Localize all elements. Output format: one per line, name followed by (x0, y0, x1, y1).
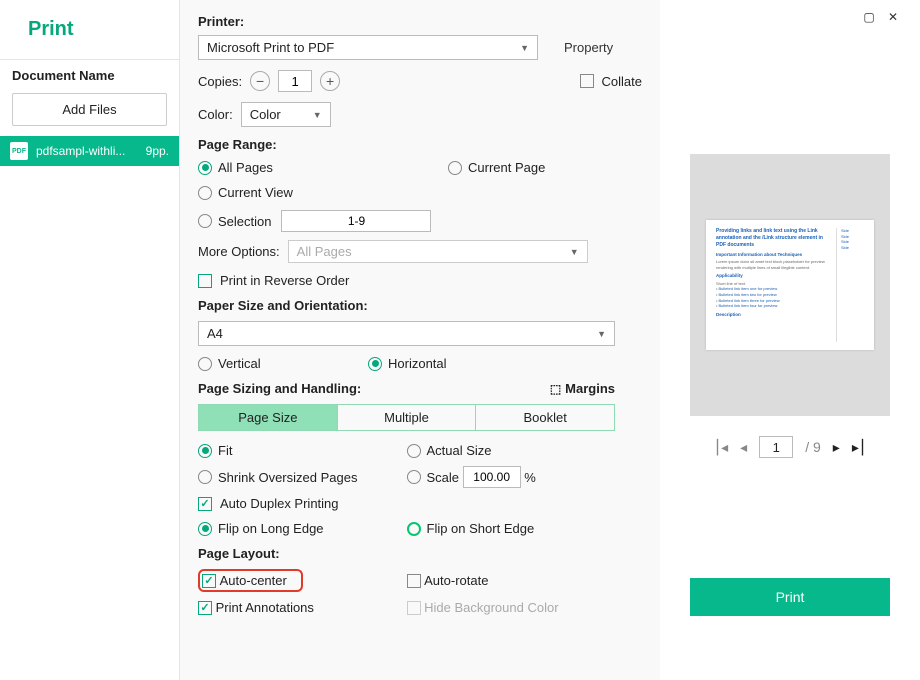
radio-icon (198, 161, 212, 175)
selection-option[interactable]: Selection (198, 210, 431, 232)
chevron-down-icon: ▼ (520, 43, 529, 53)
auto-rotate-option[interactable]: Auto-rotate (407, 569, 616, 592)
radio-icon (448, 161, 462, 175)
hide-bg-option: Hide Background Color (407, 600, 616, 615)
preview-panel: ▢ ✕ Providing links and link text using … (660, 0, 920, 680)
all-pages-option[interactable]: All Pages (198, 160, 338, 175)
vertical-option[interactable]: Vertical (198, 356, 338, 371)
close-icon[interactable]: ✕ (886, 10, 900, 24)
prev-page-button[interactable]: ◂ (740, 439, 747, 456)
preview-nav: ⎮◂ ◂ / 9 ▸ ▸⎮ (714, 436, 866, 458)
page-number-input[interactable] (759, 436, 793, 458)
color-select[interactable]: Color ▼ (241, 102, 331, 127)
annotations-checkbox[interactable] (198, 601, 212, 615)
print-preview: Providing links and link text using the … (690, 154, 890, 416)
dialog-title: Print (0, 0, 179, 59)
radio-icon (407, 470, 421, 484)
current-view-option[interactable]: Current View (198, 185, 338, 200)
sizing-tabs: Page Size Multiple Booklet (198, 404, 615, 431)
left-panel: Print Document Name Add Files PDF pdfsam… (0, 0, 180, 680)
radio-icon (198, 357, 212, 371)
horizontal-option[interactable]: Horizontal (368, 356, 508, 371)
tab-booklet[interactable]: Booklet (475, 405, 614, 430)
duplex-label: Auto Duplex Printing (220, 496, 339, 511)
tab-multiple[interactable]: Multiple (337, 405, 476, 430)
radio-icon (198, 444, 212, 458)
more-options-label: More Options: (198, 244, 280, 259)
margins-icon: ⬚ (550, 382, 561, 396)
radio-icon (368, 357, 382, 371)
copies-plus-button[interactable]: + (320, 71, 340, 91)
pdf-icon: PDF (10, 142, 28, 160)
collate-label: Collate (602, 74, 642, 89)
add-files-button[interactable]: Add Files (12, 93, 167, 126)
file-page-count: 9pp. (146, 144, 169, 158)
chevron-down-icon: ▼ (570, 247, 579, 257)
auto-center-checkbox[interactable] (202, 574, 216, 588)
flip-short-option[interactable]: Flip on Short Edge (407, 521, 616, 536)
page-range-label: Page Range: (198, 137, 642, 152)
chevron-down-icon: ▼ (597, 329, 606, 339)
paper-label: Paper Size and Orientation: (198, 298, 642, 313)
margins-button[interactable]: ⬚Margins (550, 381, 615, 396)
print-button[interactable]: Print (690, 578, 890, 616)
printer-label: Printer: (198, 14, 642, 29)
shrink-option[interactable]: Shrink Oversized Pages (198, 466, 407, 488)
auto-rotate-checkbox[interactable] (407, 574, 421, 588)
maximize-icon[interactable]: ▢ (862, 10, 876, 24)
first-page-button[interactable]: ⎮◂ (714, 439, 728, 456)
annotations-option[interactable]: Print Annotations (198, 600, 407, 615)
radio-icon (407, 444, 421, 458)
auto-center-highlight: Auto-center (198, 569, 303, 592)
radio-icon (198, 214, 212, 228)
actual-size-option[interactable]: Actual Size (407, 443, 616, 458)
next-page-button[interactable]: ▸ (833, 439, 840, 456)
reverse-order-label: Print in Reverse Order (220, 273, 349, 288)
chevron-down-icon: ▼ (313, 110, 322, 120)
flip-long-option[interactable]: Flip on Long Edge (198, 521, 407, 536)
tab-page-size[interactable]: Page Size (199, 405, 337, 430)
layout-label: Page Layout: (198, 546, 642, 561)
copies-minus-button[interactable]: − (250, 71, 270, 91)
auto-center-label: Auto-center (220, 573, 287, 588)
more-options-select[interactable]: All Pages ▼ (288, 240, 588, 263)
document-name-label: Document Name (0, 59, 179, 93)
preview-page: Providing links and link text using the … (706, 220, 874, 350)
page-total: / 9 (805, 439, 821, 455)
scale-option[interactable]: Scale % (407, 466, 616, 488)
color-value: Color (250, 107, 281, 122)
selection-input[interactable] (281, 210, 431, 232)
copies-input[interactable] (278, 70, 312, 92)
radio-icon (198, 470, 212, 484)
file-name: pdfsampl-withli... (36, 144, 138, 158)
copies-label: Copies: (198, 74, 242, 89)
hide-bg-checkbox (407, 601, 421, 615)
color-label: Color: (198, 107, 233, 122)
fit-option[interactable]: Fit (198, 443, 407, 458)
settings-panel: Printer: Microsoft Print to PDF ▼ Proper… (180, 0, 660, 680)
radio-icon (198, 522, 212, 536)
paper-size-select[interactable]: A4 ▼ (198, 321, 615, 346)
printer-value: Microsoft Print to PDF (207, 40, 334, 55)
file-list-item[interactable]: PDF pdfsampl-withli... 9pp. (0, 136, 179, 166)
printer-select[interactable]: Microsoft Print to PDF ▼ (198, 35, 538, 60)
duplex-checkbox[interactable] (198, 497, 212, 511)
last-page-button[interactable]: ▸⎮ (852, 439, 866, 456)
sizing-label: Page Sizing and Handling: (198, 381, 361, 396)
radio-icon (407, 522, 421, 536)
property-link[interactable]: Property (564, 40, 613, 55)
collate-checkbox[interactable] (580, 74, 594, 88)
reverse-order-checkbox[interactable] (198, 274, 212, 288)
radio-icon (198, 186, 212, 200)
scale-input[interactable] (463, 466, 521, 488)
current-page-option[interactable]: Current Page (448, 160, 588, 175)
